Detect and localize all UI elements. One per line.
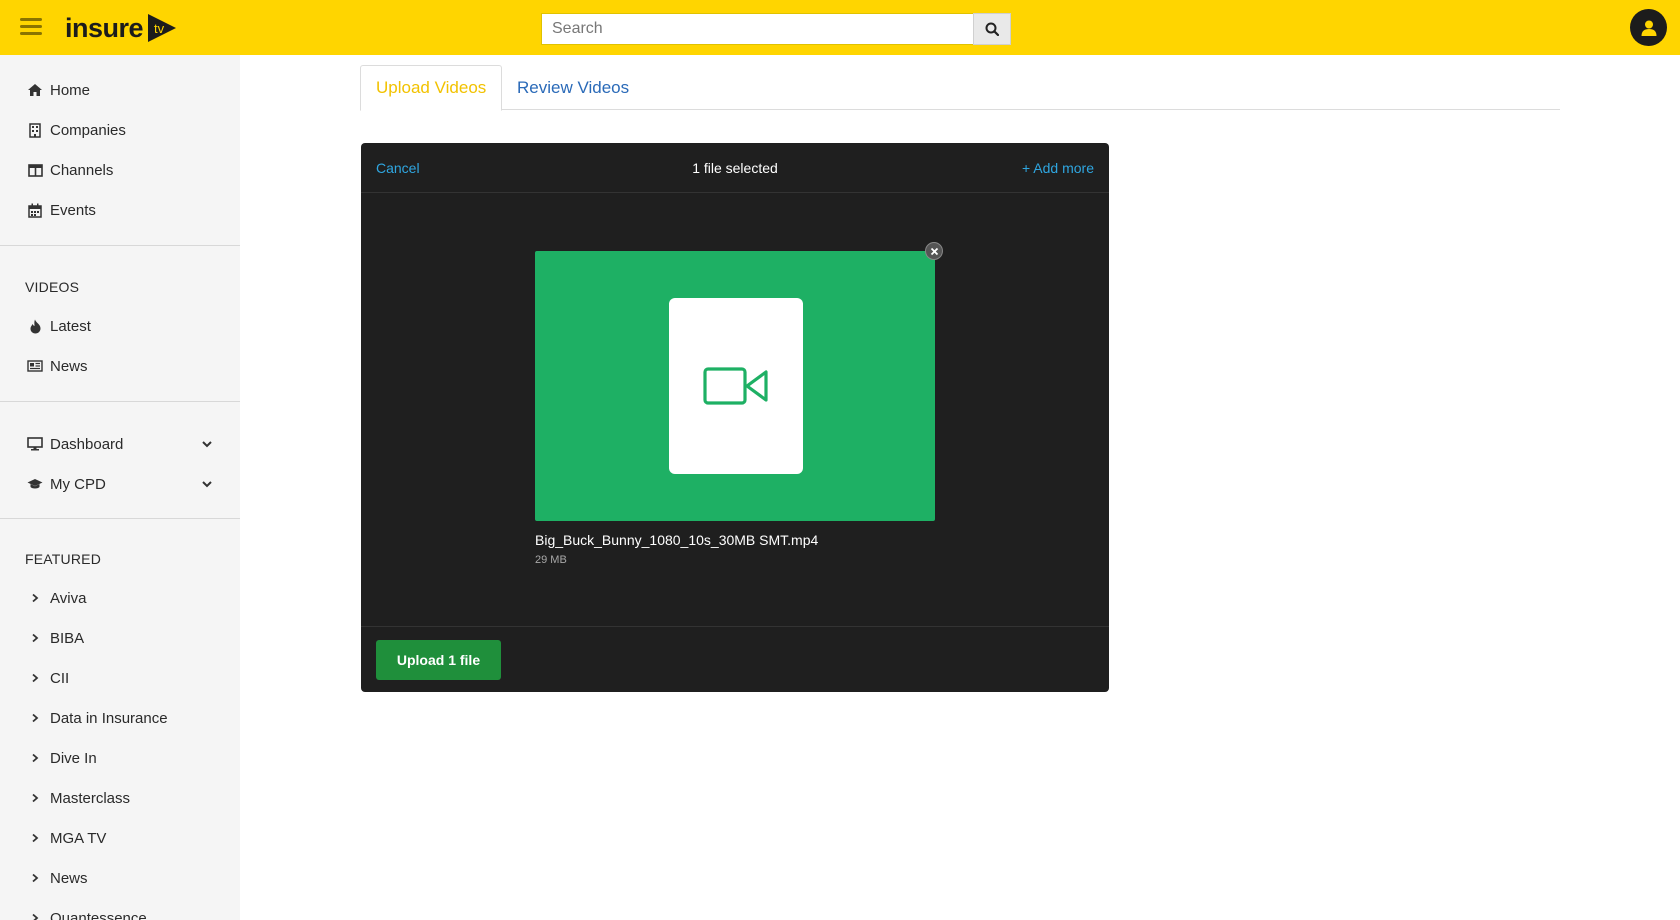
chevron-right-icon xyxy=(30,630,40,646)
sidebar-item-home[interactable]: Home xyxy=(0,73,240,107)
featured-item-label: Quantessence xyxy=(50,909,147,920)
featured-item[interactable]: Masterclass xyxy=(0,781,240,815)
logo-badge: tv xyxy=(154,21,165,36)
fire-icon xyxy=(27,318,43,334)
sidebar-item-label: Home xyxy=(50,81,91,99)
tab-bar: Upload Videos Review Videos xyxy=(360,65,1560,111)
chevron-down-icon[interactable] xyxy=(200,477,214,491)
sidebar-divider xyxy=(0,518,240,519)
top-header: insure tv xyxy=(0,0,1680,55)
sidebar-item-my-cpd[interactable]: My CPD xyxy=(0,467,240,501)
remove-file-button[interactable] xyxy=(925,242,943,260)
chevron-right-icon xyxy=(30,910,40,920)
sidebar-item-dashboard[interactable]: Dashboard xyxy=(0,427,240,461)
featured-item-label: BIBA xyxy=(50,629,85,647)
sidebar-item-label: Dashboard xyxy=(50,435,124,453)
sidebar-item-channels[interactable]: Channels xyxy=(0,153,240,187)
sidebar-item-news[interactable]: News xyxy=(0,349,240,383)
featured-item-label: CII xyxy=(50,669,70,687)
chevron-right-icon xyxy=(30,710,40,726)
tab-review-videos[interactable]: Review Videos xyxy=(502,65,644,111)
user-avatar-button[interactable] xyxy=(1630,9,1667,46)
featured-item-label: Data in Insurance xyxy=(50,709,168,727)
monitor-icon xyxy=(27,436,43,452)
sidebar-divider xyxy=(0,245,240,246)
video-camera-icon xyxy=(703,367,768,405)
file-name: Big_Buck_Bunny_1080_10s_30MB SMT.mp4 xyxy=(535,532,819,548)
cancel-button[interactable]: Cancel xyxy=(376,160,420,176)
chevron-right-icon xyxy=(30,790,40,806)
chevron-right-icon xyxy=(30,750,40,766)
featured-item[interactable]: Quantessence xyxy=(0,901,240,920)
section-title-featured: FEATURED xyxy=(25,551,102,567)
close-icon xyxy=(930,247,938,255)
logo-play-icon: tv xyxy=(145,11,179,45)
featured-item[interactable]: CII xyxy=(0,661,240,695)
sidebar-divider xyxy=(0,401,240,402)
search-bar xyxy=(541,13,1011,45)
sidebar-item-latest[interactable]: Latest xyxy=(0,309,240,343)
featured-item[interactable]: MGA TV xyxy=(0,821,240,855)
featured-item[interactable]: Aviva xyxy=(0,581,240,615)
user-icon xyxy=(1641,20,1656,36)
featured-item-label: MGA TV xyxy=(50,829,107,847)
menu-icon[interactable] xyxy=(20,18,42,36)
search-icon xyxy=(985,22,999,36)
featured-item[interactable]: Dive In xyxy=(0,741,240,775)
featured-item[interactable]: Data in Insurance xyxy=(0,701,240,735)
chevron-down-icon[interactable] xyxy=(200,437,214,451)
chevron-right-icon xyxy=(30,590,40,606)
file-size: 29 MB xyxy=(535,554,567,566)
sidebar-item-label: Companies xyxy=(50,121,126,139)
home-icon xyxy=(27,82,43,98)
file-preview-card xyxy=(535,251,935,521)
upload-button[interactable]: Upload 1 file xyxy=(376,640,501,680)
logo[interactable]: insure tv xyxy=(65,8,179,48)
sidebar-item-label: Channels xyxy=(50,161,114,179)
sidebar-item-label: My CPD xyxy=(50,475,106,493)
logo-text: insure xyxy=(65,12,144,43)
add-more-button[interactable]: + Add more xyxy=(1022,160,1094,176)
featured-item-label: Masterclass xyxy=(50,789,131,807)
featured-item-label: News xyxy=(50,869,88,887)
search-button[interactable] xyxy=(973,13,1011,45)
chevron-right-icon xyxy=(30,670,40,686)
sidebar-item-companies[interactable]: Companies xyxy=(0,113,240,147)
sidebar-item-label: Events xyxy=(50,201,96,219)
graduation-cap-icon xyxy=(27,476,43,492)
featured-item-label: Aviva xyxy=(50,589,87,607)
tab-upload-videos[interactable]: Upload Videos xyxy=(360,65,503,111)
upload-dashboard: 1 file selected Cancel + Add more Big_Bu… xyxy=(361,143,1109,692)
newspaper-icon xyxy=(27,358,43,374)
calendar-icon xyxy=(27,202,43,218)
file-document-icon xyxy=(669,298,803,474)
sidebar-item-events[interactable]: Events xyxy=(0,193,240,227)
section-title-videos: VIDEOS xyxy=(25,279,80,295)
columns-icon xyxy=(27,162,43,178)
upload-dashboard-footer: Upload 1 file xyxy=(361,626,1109,692)
featured-item-label: Dive In xyxy=(50,749,97,767)
sidebar-item-label: Latest xyxy=(50,317,91,335)
chevron-right-icon xyxy=(30,830,40,846)
sidebar: Home Companies Channels Events VIDEOS La… xyxy=(0,55,240,920)
building-icon xyxy=(27,122,43,138)
upload-status-text: 1 file selected xyxy=(692,160,778,176)
featured-item[interactable]: BIBA xyxy=(0,621,240,655)
sidebar-item-label: News xyxy=(50,357,88,375)
featured-item[interactable]: News xyxy=(0,861,240,895)
chevron-right-icon xyxy=(30,870,40,886)
search-input[interactable] xyxy=(541,13,973,45)
upload-dashboard-header: 1 file selected Cancel + Add more xyxy=(361,143,1109,193)
